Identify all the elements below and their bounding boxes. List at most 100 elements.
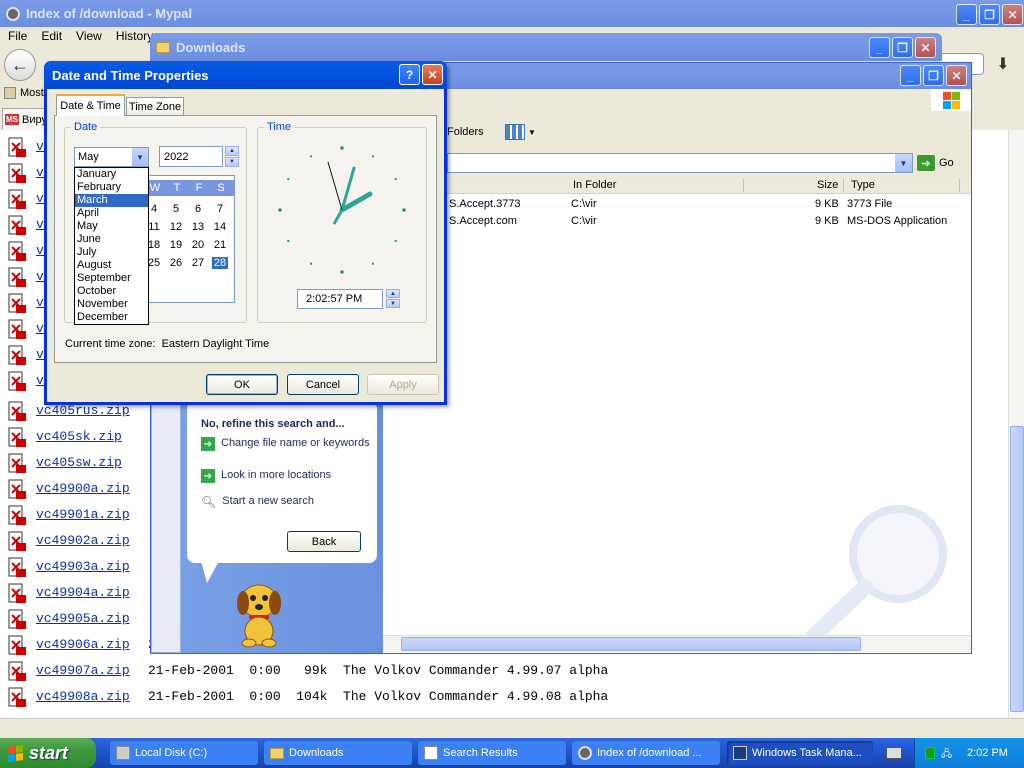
menu-view[interactable]: View bbox=[76, 29, 102, 43]
browser-icon bbox=[578, 746, 592, 760]
month-option[interactable]: November bbox=[75, 298, 148, 311]
file-link[interactable]: vc405sw.zip bbox=[36, 455, 122, 470]
file-link[interactable]: vc49907a.zip bbox=[36, 663, 130, 678]
bookmark-most-visited[interactable]: Most bbox=[4, 87, 44, 99]
ok-button[interactable]: OK bbox=[206, 374, 278, 395]
calendar-day[interactable]: 19 bbox=[168, 239, 184, 251]
address-field[interactable]: ▼ bbox=[447, 153, 913, 173]
file-link[interactable]: vc49904a.zip bbox=[36, 585, 130, 600]
result-row[interactable]: S.Accept.3773 C:\vir 9 KB 3773 File bbox=[383, 197, 971, 213]
download-arrow-icon[interactable]: ⬇ bbox=[990, 52, 1016, 76]
month-option[interactable]: April bbox=[75, 207, 148, 220]
clock[interactable]: 2:02 PM bbox=[967, 747, 1008, 759]
address-dropdown-button[interactable]: ▼ bbox=[895, 154, 912, 172]
back-nav-button[interactable]: ← bbox=[4, 49, 36, 81]
file-link[interactable]: vc49908a.zip bbox=[36, 689, 130, 704]
col-size[interactable]: Size bbox=[817, 179, 838, 191]
taskbar-task-manager[interactable]: Windows Task Mana... bbox=[727, 741, 873, 765]
month-option[interactable]: June bbox=[75, 233, 148, 246]
month-option[interactable]: February bbox=[75, 181, 148, 194]
calendar-day-selected[interactable]: 28 bbox=[212, 257, 228, 269]
file-link[interactable]: vc49902a.zip bbox=[36, 533, 130, 548]
taskbar-search-results[interactable]: Search Results bbox=[418, 741, 566, 765]
keyboard-icon[interactable] bbox=[886, 747, 902, 759]
calendar-day[interactable]: 6 bbox=[190, 203, 206, 215]
taskbar-browser[interactable]: Index of /download ... bbox=[572, 741, 720, 765]
month-option[interactable]: May bbox=[75, 220, 148, 233]
file-link[interactable]: vc49903a.zip bbox=[36, 559, 130, 574]
back-button[interactable]: Back bbox=[287, 531, 361, 552]
tab-date-time[interactable]: Date & Time bbox=[56, 94, 125, 116]
search-close-button[interactable]: ✕ bbox=[946, 65, 967, 86]
taskbar-local-disk[interactable]: Local Disk (C:) bbox=[110, 741, 258, 765]
month-option[interactable]: September bbox=[75, 272, 148, 285]
month-option[interactable]: March bbox=[75, 194, 148, 207]
time-field[interactable]: 2:02:57 PM bbox=[297, 289, 383, 309]
search-minimize-button[interactable]: _ bbox=[900, 65, 921, 86]
views-button[interactable]: ▼ bbox=[505, 121, 539, 143]
calendar-day[interactable]: 26 bbox=[168, 257, 184, 269]
downloads-maximize-button[interactable]: ❐ bbox=[892, 37, 913, 58]
time-spin-buttons[interactable]: ▲ ▼ bbox=[386, 289, 400, 309]
menu-file[interactable]: File bbox=[8, 29, 27, 43]
tab-time-zone[interactable]: Time Zone bbox=[126, 97, 184, 116]
calendar-day[interactable]: 21 bbox=[212, 239, 228, 251]
month-option[interactable]: October bbox=[75, 285, 148, 298]
col-in-folder[interactable]: In Folder bbox=[573, 179, 616, 191]
file-link[interactable]: vc49905a.zip bbox=[36, 611, 130, 626]
month-option[interactable]: January bbox=[75, 168, 148, 181]
file-link[interactable]: vc49900a.zip bbox=[36, 481, 130, 496]
spin-up-icon[interactable]: ▲ bbox=[225, 146, 239, 156]
browser-close-button[interactable]: ✕ bbox=[1002, 4, 1023, 25]
spin-up-icon[interactable]: ▲ bbox=[386, 289, 400, 298]
calendar-day[interactable]: 13 bbox=[190, 221, 206, 233]
month-option[interactable]: July bbox=[75, 246, 148, 259]
month-select[interactable]: May ▼ bbox=[74, 147, 149, 167]
menu-history[interactable]: History bbox=[116, 29, 153, 43]
refine-look-link[interactable]: ➔ Look in more locations bbox=[201, 469, 331, 483]
browser-tab[interactable]: MS Виру bbox=[2, 108, 50, 130]
year-spin-buttons[interactable]: ▲ ▼ bbox=[225, 146, 239, 167]
folders-button[interactable]: Folders bbox=[447, 121, 484, 143]
browser-scrollbar[interactable] bbox=[1008, 130, 1024, 718]
menu-edit[interactable]: Edit bbox=[41, 29, 62, 43]
dialog-help-button[interactable]: ? bbox=[399, 64, 420, 85]
month-option[interactable]: August bbox=[75, 259, 148, 272]
month-option[interactable]: December bbox=[75, 311, 148, 324]
results-hscrollbar[interactable] bbox=[383, 635, 971, 652]
browser-minimize-button[interactable]: _ bbox=[956, 4, 977, 25]
spin-down-icon[interactable]: ▼ bbox=[225, 157, 239, 167]
file-link[interactable]: vc49901a.zip bbox=[36, 507, 130, 522]
calendar-day[interactable]: 5 bbox=[168, 203, 184, 215]
taskbar-downloads[interactable]: Downloads bbox=[264, 741, 412, 765]
calendar-day[interactable]: 20 bbox=[190, 239, 206, 251]
refine-new-link[interactable]: 🔍︎ Start a new search bbox=[201, 495, 314, 509]
downloads-close-button[interactable]: ✕ bbox=[915, 37, 936, 58]
year-spinner[interactable]: 2022 bbox=[159, 146, 223, 167]
col-type[interactable]: Type bbox=[851, 179, 875, 191]
file-link[interactable]: vc405sk.zip bbox=[36, 429, 122, 444]
zip-file-icon bbox=[8, 319, 28, 341]
start-button[interactable]: start bbox=[0, 738, 96, 768]
calendar-day[interactable]: 14 bbox=[212, 221, 228, 233]
calendar-day[interactable]: 7 bbox=[212, 203, 228, 215]
scrollbar-thumb[interactable] bbox=[1010, 426, 1024, 712]
search-maximize-button[interactable]: ❐ bbox=[923, 65, 944, 86]
tray-green-icon[interactable] bbox=[925, 747, 935, 759]
cancel-button[interactable]: Cancel bbox=[287, 374, 359, 395]
calendar-day[interactable]: 27 bbox=[190, 257, 206, 269]
refine-change-link[interactable]: ➔ Change file name or keywords bbox=[201, 437, 371, 451]
go-button[interactable]: ➔ Go bbox=[917, 153, 957, 173]
file-link[interactable]: vc405rus.zip bbox=[36, 403, 130, 418]
spin-down-icon[interactable]: ▼ bbox=[386, 299, 400, 308]
browser-maximize-button[interactable]: ❐ bbox=[979, 4, 1000, 25]
result-row[interactable]: S.Accept.com C:\vir 9 KB MS-DOS Application bbox=[383, 214, 971, 230]
dialog-close-button[interactable]: ✕ bbox=[422, 64, 443, 85]
month-dropdown-arrow-icon[interactable]: ▼ bbox=[132, 148, 148, 166]
hscroll-thumb[interactable] bbox=[401, 637, 861, 651]
file-link[interactable]: vc49906a.zip bbox=[36, 637, 130, 652]
magnifier-icon: 🔍︎ bbox=[201, 495, 217, 509]
calendar-day[interactable]: 12 bbox=[168, 221, 184, 233]
tray-network-icon[interactable]: 🖧︎ bbox=[941, 747, 955, 760]
downloads-minimize-button[interactable]: _ bbox=[869, 37, 890, 58]
